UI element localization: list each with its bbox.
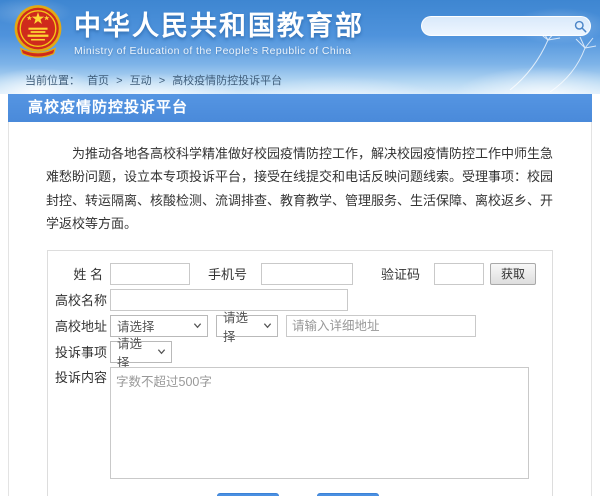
breadcrumb-item-home[interactable]: 首页 xyxy=(87,75,109,87)
breadcrumb-prefix: 当前位置： xyxy=(25,75,80,87)
breadcrumb-item-current: 高校疫情防控投诉平台 xyxy=(172,75,282,87)
breadcrumb-item-interaction[interactable]: 互动 xyxy=(130,75,152,87)
reset-button[interactable]: 重置 xyxy=(317,493,379,496)
form-row-content: 投诉内容 xyxy=(55,367,540,479)
school-address-label: 高校地址 xyxy=(55,316,103,335)
complaint-content-textarea[interactable] xyxy=(110,367,529,479)
complaint-type-select[interactable]: 请选择 xyxy=(110,341,172,363)
site-title: 中华人民共和国教育部 xyxy=(74,12,364,42)
school-name-label: 高校名称 xyxy=(55,290,103,309)
complaint-type-value: 请选择 xyxy=(117,333,153,371)
captcha-input[interactable] xyxy=(434,263,484,285)
china-national-emblem-icon xyxy=(12,3,64,61)
phone-label: 手机号 xyxy=(208,264,247,283)
chevron-down-icon xyxy=(263,321,272,330)
submit-button[interactable]: 提交 xyxy=(217,493,279,496)
search-input[interactable] xyxy=(432,18,574,34)
get-captcha-button[interactable]: 获取 xyxy=(490,263,536,285)
page-title: 高校疫情防控投诉平台 xyxy=(8,94,592,122)
form-row-complaint-type: 投诉事项 请选择 xyxy=(55,341,540,363)
city-select-value: 请选择 xyxy=(223,307,259,345)
dandelion-decoration xyxy=(490,30,600,94)
site-header: 中华人民共和国教育部 Ministry of Education of the … xyxy=(0,0,600,94)
phone-input[interactable] xyxy=(261,263,353,285)
captcha-label: 验证码 xyxy=(381,264,420,283)
form-row-school-name: 高校名称 xyxy=(55,289,540,311)
form-actions: 提交 重置 xyxy=(55,493,540,496)
name-label: 姓 名 xyxy=(55,264,103,283)
complaint-type-label: 投诉事项 xyxy=(55,342,103,361)
breadcrumb-separator: > xyxy=(116,75,122,87)
city-select[interactable]: 请选择 xyxy=(216,315,278,337)
form-row-identity: 姓 名 手机号 验证码 获取 xyxy=(55,263,540,285)
search-box[interactable] xyxy=(421,16,591,36)
intro-paragraph: 为推动各地各高校科学精准做好校园疫情防控工作，解决校园疫情防控工作中师生急难愁盼… xyxy=(9,122,591,250)
name-input[interactable] xyxy=(110,263,190,285)
complaint-form: 姓 名 手机号 验证码 获取 高校名称 高校地址 请选择 请选择 xyxy=(47,250,553,496)
breadcrumb-separator: > xyxy=(159,75,165,87)
address-detail-input[interactable] xyxy=(286,315,476,337)
content-area: 为推动各地各高校科学精准做好校园疫情防控工作，解决校园疫情防控工作中师生急难愁盼… xyxy=(8,122,592,496)
search-icon[interactable] xyxy=(574,20,587,33)
chevron-down-icon xyxy=(193,321,202,330)
chevron-down-icon xyxy=(157,347,166,356)
complaint-content-label: 投诉内容 xyxy=(55,367,103,389)
site-subtitle: Ministry of Education of the People's Re… xyxy=(74,45,364,57)
breadcrumb: 当前位置： 首页 > 互动 > 高校疫情防控投诉平台 xyxy=(25,72,286,88)
brand-block: 中华人民共和国教育部 Ministry of Education of the … xyxy=(74,12,364,57)
